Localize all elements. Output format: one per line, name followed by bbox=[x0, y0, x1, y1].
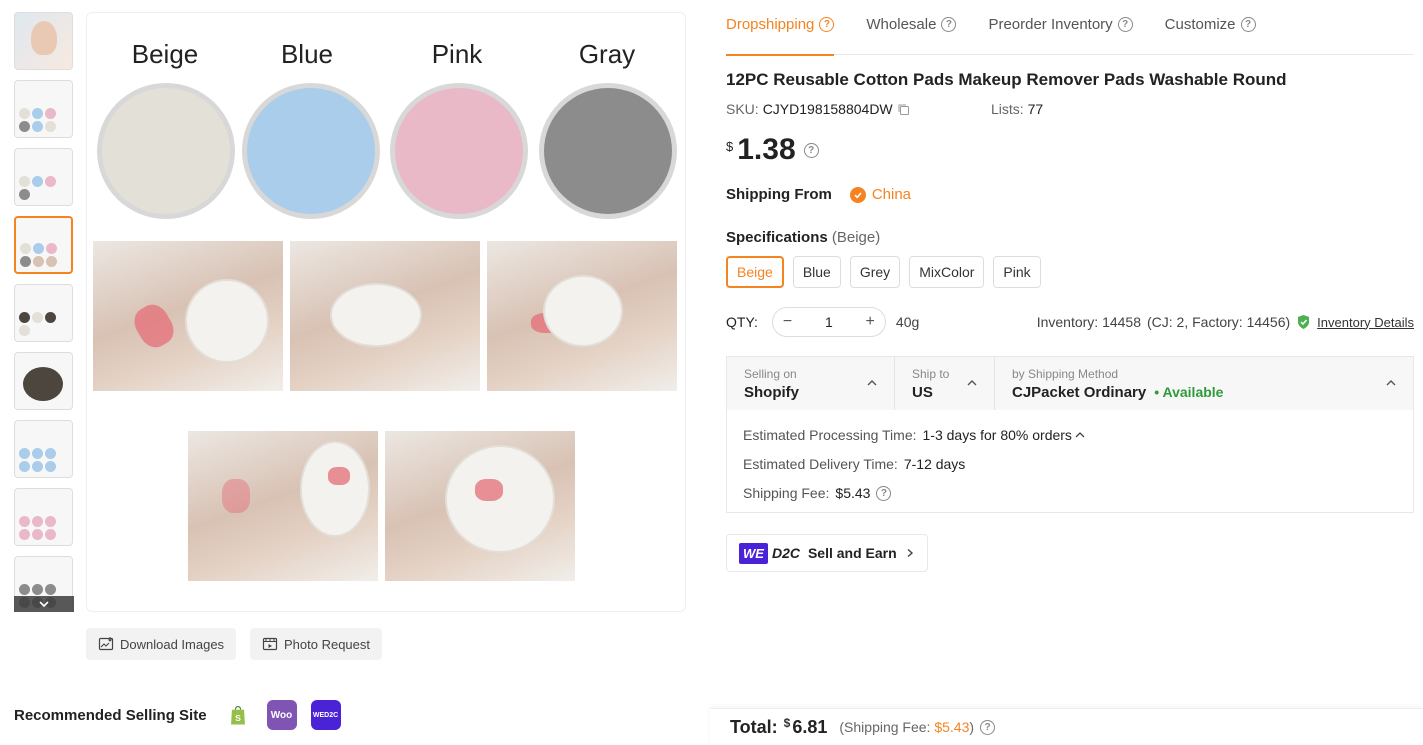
tab-preorder-inventory[interactable]: Preorder Inventory ? bbox=[988, 0, 1133, 55]
help-icon[interactable]: ? bbox=[819, 17, 835, 32]
demo-photo bbox=[385, 431, 575, 581]
inventory-info: Inventory: 14458 (CJ: 2, Factory: 14456)… bbox=[1036, 314, 1414, 330]
swatch-label: Beige bbox=[131, 39, 199, 69]
thumbnail-strip bbox=[14, 12, 74, 612]
lists-count: Lists: 77 bbox=[991, 101, 1044, 117]
photo-request-label: Photo Request bbox=[284, 636, 371, 652]
help-icon[interactable]: ? bbox=[803, 143, 819, 158]
chevron-up-icon bbox=[1075, 431, 1085, 437]
help-icon[interactable]: ? bbox=[1240, 17, 1256, 32]
thumbnail-active[interactable] bbox=[14, 216, 73, 274]
shopify-icon[interactable]: S bbox=[222, 700, 253, 730]
weight: 40g bbox=[895, 314, 920, 330]
total-shipping-fee: (Shipping Fee: $5.43) bbox=[839, 719, 975, 735]
decrement-button[interactable]: − bbox=[783, 313, 792, 331]
quantity-row: QTY: − 1 + 40g bbox=[726, 307, 919, 337]
shipping-from-country[interactable]: China bbox=[849, 186, 911, 203]
shopify-bag-icon: S bbox=[230, 705, 245, 725]
inventory-details-link[interactable]: Inventory Details bbox=[1317, 315, 1414, 330]
image-download-icon bbox=[98, 637, 114, 651]
thumbnail[interactable] bbox=[14, 284, 73, 342]
main-product-image[interactable]: Beige Blue Pink Gray bbox=[86, 12, 686, 612]
spec-option-mixcolor[interactable]: MixColor bbox=[909, 256, 985, 288]
specification-options: Beige Blue Grey MixColor Pink bbox=[726, 256, 1041, 288]
copy-icon[interactable] bbox=[897, 103, 910, 116]
price: $ 1.38 ? bbox=[726, 133, 819, 167]
sku-row: SKU: CJYD198158804DW bbox=[726, 101, 910, 117]
thumbnail[interactable] bbox=[14, 148, 73, 206]
blue-pad bbox=[242, 83, 380, 219]
chevron-right-icon bbox=[907, 548, 913, 558]
recommended-title: Recommended Selling Site bbox=[14, 706, 207, 724]
selling-on-select[interactable]: Selling on Shopify bbox=[727, 357, 895, 410]
chevron-down-icon bbox=[39, 601, 49, 608]
thumbnail[interactable] bbox=[14, 420, 73, 478]
video-frame-icon bbox=[262, 637, 278, 651]
download-images-button[interactable]: Download Images bbox=[86, 628, 237, 660]
d2c-logo: D2C bbox=[771, 545, 800, 561]
spec-option-pink[interactable]: Pink bbox=[993, 256, 1041, 288]
swatch-label: Pink bbox=[431, 39, 483, 69]
shipping-selectors: Selling on Shopify Ship to US by Shippin… bbox=[727, 357, 1413, 410]
spec-option-blue[interactable]: Blue bbox=[792, 256, 841, 288]
wed2c-sell-and-earn-button[interactable]: WE D2C Sell and Earn bbox=[726, 534, 928, 572]
shipping-panel: Selling on Shopify Ship to US by Shippin… bbox=[726, 356, 1414, 513]
sku-value: CJYD198158804DW bbox=[762, 101, 893, 117]
woocommerce-icon[interactable]: Woo bbox=[266, 700, 297, 730]
product-title: 12PC Reusable Cotton Pads Makeup Remover… bbox=[726, 70, 1287, 89]
scroll-down-button[interactable] bbox=[14, 596, 74, 612]
pink-pad bbox=[390, 83, 528, 219]
increment-button[interactable]: + bbox=[866, 313, 875, 331]
chevron-up-icon bbox=[967, 380, 977, 386]
swatch-label: Gray bbox=[578, 39, 636, 69]
shield-check-icon bbox=[1298, 315, 1310, 329]
help-icon[interactable]: ? bbox=[980, 720, 996, 735]
wed2c-icon[interactable]: WED2C bbox=[310, 700, 341, 730]
spec-option-grey[interactable]: Grey bbox=[849, 256, 901, 288]
shipping-estimates: Estimated Processing Time: 1-3 days for … bbox=[727, 410, 1413, 507]
demo-photo bbox=[290, 241, 480, 391]
shipping-from: Shipping From China bbox=[726, 186, 912, 203]
beige-pad bbox=[97, 83, 235, 219]
svg-text:S: S bbox=[235, 713, 241, 723]
delivery-time-row: Estimated Delivery Time: 7-12 days bbox=[743, 455, 966, 472]
chevron-up-icon bbox=[867, 380, 877, 386]
price-value: 1.38 bbox=[737, 133, 796, 166]
tab-wholesale[interactable]: Wholesale ? bbox=[866, 0, 957, 55]
photo-request-button[interactable]: Photo Request bbox=[250, 628, 383, 660]
ship-to-select[interactable]: Ship to US bbox=[895, 357, 995, 410]
quantity-stepper: − 1 + bbox=[771, 307, 886, 337]
shipping-fee-row: Shipping Fee: $5.43 ? bbox=[743, 478, 1413, 507]
swatch-label: Blue bbox=[280, 39, 334, 69]
help-icon[interactable]: ? bbox=[876, 485, 892, 501]
demo-photo bbox=[188, 431, 378, 581]
check-circle-icon bbox=[849, 186, 866, 203]
recommended-selling-site: Recommended Selling Site S Woo WED2C bbox=[14, 700, 341, 730]
thumbnail[interactable] bbox=[14, 488, 73, 546]
thumbnail[interactable] bbox=[14, 352, 73, 410]
help-icon[interactable]: ? bbox=[1117, 17, 1133, 32]
chevron-up-icon bbox=[1386, 380, 1396, 386]
help-icon[interactable]: ? bbox=[941, 17, 957, 32]
gray-pad bbox=[539, 83, 677, 219]
shipping-method: CJPacket Ordinary bbox=[1012, 384, 1147, 401]
tab-dropshipping[interactable]: Dropshipping ? bbox=[726, 0, 835, 56]
spec-option-beige[interactable]: Beige bbox=[726, 256, 784, 288]
availability-status: • Available bbox=[1154, 384, 1224, 400]
download-images-label: Download Images bbox=[120, 636, 225, 652]
total-bar: Total: $ 6.81 (Shipping Fee: $5.43) ? bbox=[710, 708, 1423, 745]
specifications-title: Specifications (Beige) bbox=[726, 229, 881, 246]
thumbnail[interactable] bbox=[14, 80, 73, 138]
demo-photo bbox=[93, 241, 283, 391]
thumbnail[interactable] bbox=[14, 12, 73, 70]
tab-customize[interactable]: Customize ? bbox=[1165, 0, 1256, 55]
quantity-input[interactable]: 1 bbox=[825, 314, 833, 330]
purchase-type-tabs: Dropshipping ? Wholesale ? Preorder Inve… bbox=[726, 0, 1414, 56]
processing-time-row[interactable]: Estimated Processing Time: 1-3 days for … bbox=[743, 420, 1413, 449]
demo-photo bbox=[487, 241, 677, 391]
we-logo: WE bbox=[739, 542, 768, 564]
total-value: 6.81 bbox=[792, 716, 828, 737]
shipping-method-select[interactable]: by Shipping Method CJPacket Ordinary • Av… bbox=[995, 357, 1413, 410]
